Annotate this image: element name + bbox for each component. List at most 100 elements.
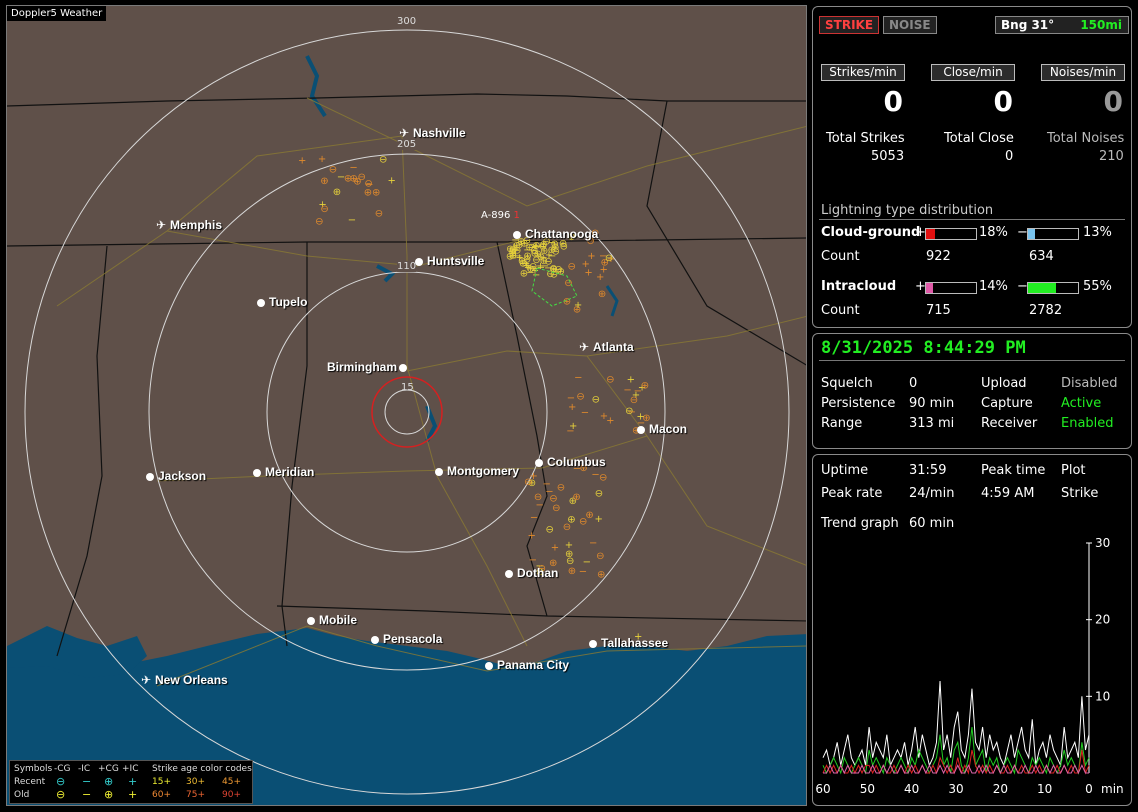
old-neg-cg-icon: ⊖ <box>56 788 66 801</box>
cloud-ground-label: Cloud-ground <box>821 225 921 240</box>
city-dot-icon <box>513 231 521 239</box>
lightning-strike-icon: + <box>595 514 603 525</box>
recent-pos-cg-icon: ⊕ <box>104 775 114 788</box>
lightning-strike-icon: ⊕ <box>563 297 571 308</box>
city-name: Nashville <box>413 126 466 140</box>
lightning-strike-icon: ⊖ <box>563 522 571 533</box>
lightning-strike-icon: − <box>530 512 538 523</box>
x-tick-label: 10 <box>1037 782 1052 796</box>
lightning-strike-icon: ⊖ <box>576 391 584 402</box>
lightning-strike-icon: − <box>536 500 544 511</box>
trend-value[interactable]: 60 min <box>909 516 954 531</box>
lightning-strike-icon: + <box>627 375 635 386</box>
lightning-strike-icon: ⊖ <box>320 204 328 215</box>
cg-negative-count: 634 <box>1029 249 1054 264</box>
lightning-strike-icon: ⊕ <box>350 173 358 184</box>
uptime-label: Uptime <box>821 463 869 478</box>
datetime-display: 8/31/2025 8:44:29 PM <box>821 338 1026 358</box>
lightning-strike-icon: + <box>569 421 577 432</box>
x-tick-label: 20 <box>993 782 1008 796</box>
city-name: Jackson <box>158 469 207 483</box>
lightning-strike-icon: ⊕ <box>597 569 605 580</box>
strike-button[interactable]: STRIKE <box>819 16 880 34</box>
city-dot-icon <box>435 468 443 476</box>
city-name: Pensacola <box>383 632 443 646</box>
upload-label: Upload <box>981 376 1027 391</box>
lightning-strike-icon: ⊕ <box>320 176 328 187</box>
lightning-strike-icon: ⊖ <box>546 524 554 535</box>
lightning-strike-icon: ⊖ <box>630 395 638 406</box>
lightning-strike-icon: ⊕ <box>572 492 580 503</box>
squelch-value: 0 <box>909 376 918 391</box>
lightning-strike-icon: + <box>606 416 614 427</box>
uptime-value: 31:59 <box>909 463 947 478</box>
radar-map[interactable]: ⊖ + − ⊖ ⊖ − ⊖ ⊖ + + ⊖ + − ⊕ ⊖ − ⊕ + ⊖ ⊕ − ⊕ + ⊖ ⊖ ⊖ ⊕ ⊕ ⊕ ⊕ − + − ⊖ ⊖ ⊕ ⊖ ⊕ − ⊖… <box>6 5 807 806</box>
cg-count-label: Count <box>821 249 860 264</box>
cg-negative-pct: 13% <box>1083 225 1112 240</box>
noise-button[interactable]: NOISE <box>883 16 937 34</box>
receiver-label: Receiver <box>981 416 1038 431</box>
y-tick-label: 30 <box>1095 536 1110 550</box>
lightning-strike-icon: ⊕ <box>598 289 606 300</box>
noises-per-min-label[interactable]: Noises/min <box>1041 64 1125 81</box>
status-panel: 8/31/2025 8:44:29 PM Squelch 0 Upload Di… <box>812 333 1132 449</box>
old-age-90: 90+ <box>222 790 241 800</box>
lightning-strike-icon: − <box>539 253 547 264</box>
peak-rate-label: Peak rate <box>821 486 883 501</box>
city-dot-icon <box>146 473 154 481</box>
intracloud-label: Intracloud <box>821 279 897 294</box>
ic-negative-count: 2782 <box>1029 303 1063 318</box>
old-pos-cg-icon: ⊕ <box>104 788 114 801</box>
plot-value[interactable]: Strike <box>1061 486 1098 501</box>
range-value: 313 mi <box>909 416 955 431</box>
city-name: New Orleans <box>155 673 228 687</box>
upload-value: Disabled <box>1061 376 1118 391</box>
total-close-value: 0 <box>1005 149 1014 164</box>
lightning-strike-icon: ⊖ <box>605 253 613 264</box>
strikes-per-min-label[interactable]: Strikes/min <box>821 64 905 81</box>
old-pos-ic-icon: + <box>128 788 138 801</box>
lightning-strike-icon: ⊖ <box>329 164 337 175</box>
city-name: Columbus <box>547 455 606 469</box>
city-name: Montgomery <box>447 464 519 478</box>
lightning-strike-icon: ⊖ <box>579 517 587 528</box>
city-dot-icon <box>307 617 315 625</box>
city-name: Chattanooga <box>525 227 599 241</box>
ic-negative-bar <box>1027 282 1079 294</box>
lightning-strike-icon: ⊕ <box>557 267 565 278</box>
range-label-110: 110 <box>397 261 417 272</box>
strike-stats-panel: STRIKE NOISE Bng 31° 150mi Strikes/min C… <box>812 6 1132 328</box>
lightning-strike-icon: ⊕ <box>509 251 517 262</box>
lightning-strike-icon: + <box>596 272 604 283</box>
close-per-min-label[interactable]: Close/min <box>931 64 1015 81</box>
x-tick-label: 50 <box>860 782 875 796</box>
legend-old-label: Old <box>14 790 30 800</box>
lightning-strike-icon: + <box>551 543 559 554</box>
lightning-strike-icon: ⊕ <box>372 187 380 198</box>
capture-label: Capture <box>981 396 1033 411</box>
recent-age-15: 15+ <box>152 777 171 787</box>
squelch-label: Squelch <box>821 376 873 391</box>
city-name: Meridian <box>265 465 315 479</box>
lightning-strike-icon: ⊖ <box>315 217 323 228</box>
old-age-60: 60+ <box>152 790 171 800</box>
lightning-strike-icon: ⊖ <box>567 262 575 273</box>
city-name: Mobile <box>319 613 357 627</box>
legend-header-pos-cg: +CG <box>98 764 119 774</box>
distance-value: 150mi <box>1080 18 1122 32</box>
lightning-strike-icon: ⊖ <box>606 375 614 386</box>
x-unit-label: min <box>1101 782 1124 796</box>
total-strikes-value: 5053 <box>871 149 905 164</box>
storm-cell-label[interactable]: A-896 1 <box>481 210 520 221</box>
city-name: Tallahassee <box>601 636 669 650</box>
lightning-strike-icon: ⊕ <box>333 187 341 198</box>
city-dot-icon <box>399 364 407 372</box>
lightning-strike-icon: + <box>574 300 582 311</box>
city-name: Tupelo <box>269 295 308 309</box>
city-dot-icon <box>589 640 597 648</box>
city-dot-icon <box>257 299 265 307</box>
persistence-label: Persistence <box>821 396 896 411</box>
peak-time-label: Peak time <box>981 463 1046 478</box>
lightning-strike-icon: − <box>349 163 357 174</box>
lightning-strike-icon: − <box>628 407 636 418</box>
